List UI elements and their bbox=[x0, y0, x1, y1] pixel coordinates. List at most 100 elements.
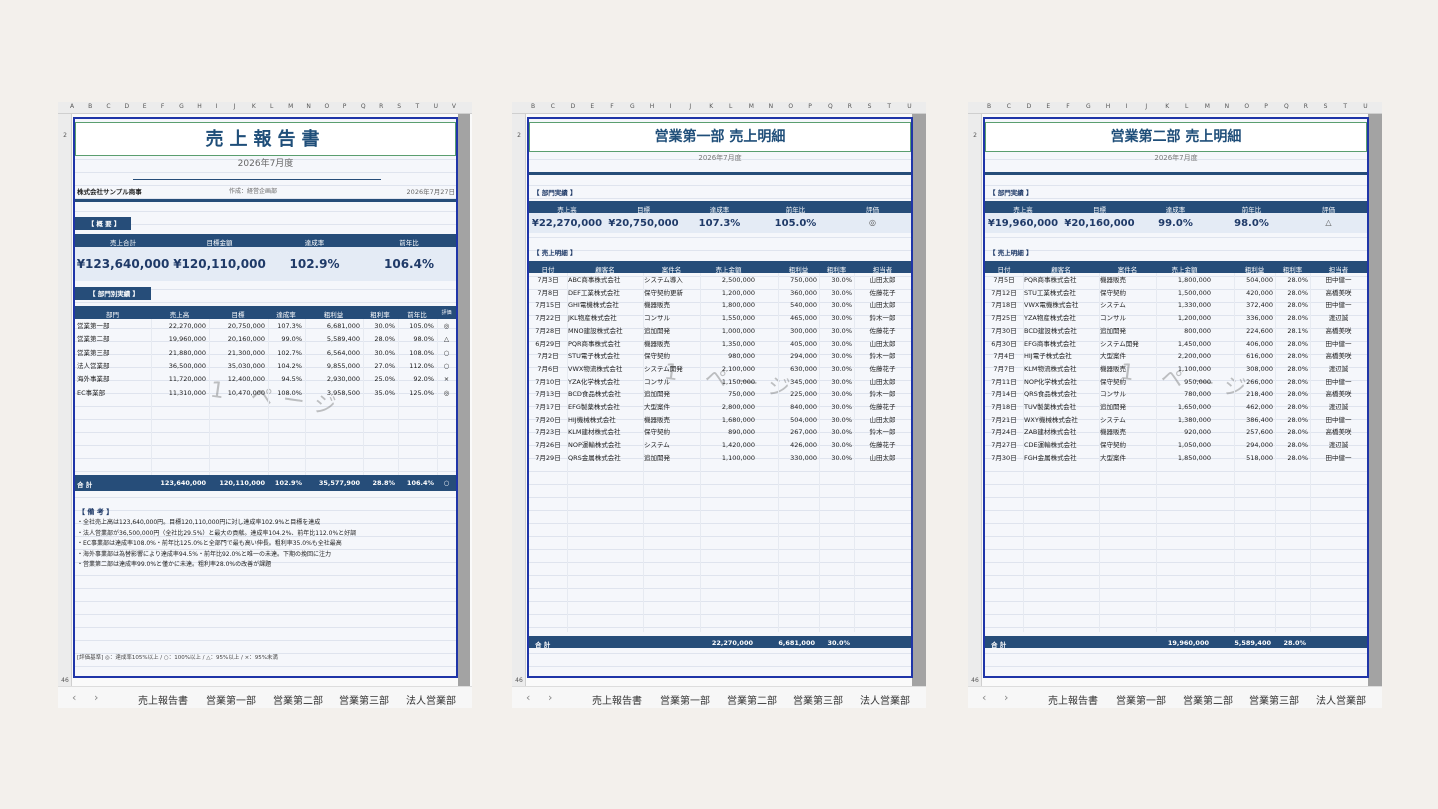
column-letter[interactable]: M bbox=[288, 103, 293, 110]
row-number-first[interactable]: 2 bbox=[968, 132, 982, 139]
column-letter[interactable]: U bbox=[1363, 103, 1367, 110]
column-letter[interactable]: D bbox=[571, 103, 576, 110]
column-letter[interactable]: R bbox=[379, 103, 383, 110]
sheet-tab[interactable]: 営業第二部 bbox=[727, 692, 777, 707]
next-sheet-icon[interactable]: › bbox=[1004, 691, 1008, 704]
column-letter[interactable]: I bbox=[215, 103, 217, 110]
row-number-last[interactable]: 46 bbox=[58, 677, 72, 684]
column-letter[interactable]: J bbox=[1145, 103, 1147, 110]
row-number-last[interactable]: 46 bbox=[512, 677, 526, 684]
detail-cell: 追加開発 bbox=[644, 326, 670, 335]
detail-header-cell: 日付 bbox=[541, 266, 555, 274]
column-letter[interactable]: E bbox=[590, 103, 594, 110]
column-letter[interactable]: N bbox=[1225, 103, 1230, 110]
column-letter[interactable]: V bbox=[452, 103, 456, 110]
column-letter[interactable]: E bbox=[143, 103, 147, 110]
column-letter[interactable]: U bbox=[907, 103, 911, 110]
column-letter[interactable]: C bbox=[551, 103, 555, 110]
column-letter[interactable]: A bbox=[70, 103, 74, 110]
column-letter[interactable]: H bbox=[650, 103, 655, 110]
column-letter[interactable]: D bbox=[125, 103, 130, 110]
column-letter[interactable]: C bbox=[106, 103, 110, 110]
sheet-tab[interactable]: 営業第三部 bbox=[1249, 692, 1299, 707]
column-letter[interactable]: M bbox=[749, 103, 754, 110]
column-letter[interactable]: H bbox=[1106, 103, 1111, 110]
column-letter[interactable]: F bbox=[1066, 103, 1069, 110]
column-letter[interactable]: O bbox=[325, 103, 330, 110]
sheet-tab[interactable]: 法人営業部 bbox=[860, 692, 910, 707]
sheet-tab[interactable]: 売上報告書 bbox=[592, 692, 642, 707]
column-letter[interactable]: G bbox=[630, 103, 635, 110]
column-letter[interactable]: B bbox=[531, 103, 535, 110]
sheet-tab[interactable]: 営業第一部 bbox=[660, 692, 710, 708]
prev-sheet-icon[interactable]: ‹ bbox=[72, 691, 76, 704]
column-letter[interactable]: J bbox=[689, 103, 691, 110]
column-letter[interactable]: O bbox=[788, 103, 793, 110]
column-letter[interactable]: J bbox=[234, 103, 236, 110]
column-letter[interactable]: I bbox=[1126, 103, 1128, 110]
column-letter[interactable]: O bbox=[1244, 103, 1249, 110]
sheet-tab[interactable]: 営業第三部 bbox=[339, 692, 389, 707]
sheet-tab[interactable]: 営業第一部 bbox=[1116, 692, 1166, 707]
column-letter[interactable]: U bbox=[434, 103, 438, 110]
column-letter[interactable]: Q bbox=[1284, 103, 1289, 110]
column-letter[interactable]: N bbox=[769, 103, 774, 110]
prev-sheet-icon[interactable]: ‹ bbox=[526, 691, 530, 704]
sheet-tab[interactable]: 営業第二部 bbox=[273, 692, 323, 707]
column-letter[interactable]: Q bbox=[361, 103, 366, 110]
column-letter[interactable]: E bbox=[1046, 103, 1050, 110]
column-letter[interactable]: C bbox=[1007, 103, 1011, 110]
column-letter[interactable]: T bbox=[887, 103, 891, 110]
column-letter[interactable]: I bbox=[670, 103, 672, 110]
row-number-first[interactable]: 2 bbox=[512, 132, 526, 139]
column-letter[interactable]: R bbox=[1304, 103, 1308, 110]
detail-cell: 2,500,000 bbox=[721, 276, 755, 284]
column-letter[interactable]: L bbox=[729, 103, 732, 110]
sheet-tab[interactable]: 売上報告書 bbox=[138, 692, 188, 708]
column-letter[interactable]: L bbox=[270, 103, 273, 110]
sheet-tab[interactable]: 売上報告書 bbox=[1048, 692, 1098, 707]
detail-cell: 7月21日 bbox=[991, 415, 1017, 424]
column-letter[interactable]: M bbox=[1205, 103, 1210, 110]
column-letter[interactable]: K bbox=[252, 103, 256, 110]
column-letter[interactable]: B bbox=[987, 103, 991, 110]
sheet-tab[interactable]: 法人営業部 bbox=[406, 692, 456, 707]
column-letter[interactable]: N bbox=[306, 103, 311, 110]
column-letter[interactable]: B bbox=[88, 103, 92, 110]
detail-cell: 佐藤花子 bbox=[869, 441, 896, 450]
sheet-tab[interactable]: 営業第二部 bbox=[1183, 692, 1233, 708]
column-letter[interactable]: T bbox=[415, 103, 419, 110]
column-letter[interactable]: G bbox=[179, 103, 184, 110]
column-letter[interactable]: K bbox=[1165, 103, 1169, 110]
column-letter[interactable]: T bbox=[1343, 103, 1347, 110]
detail-cell: 406,000 bbox=[1246, 339, 1273, 348]
column-letter[interactable]: F bbox=[610, 103, 613, 110]
column-letter[interactable]: P bbox=[343, 103, 347, 110]
column-letter[interactable]: F bbox=[161, 103, 164, 110]
sheet-tab[interactable]: 営業第一部 bbox=[206, 692, 256, 707]
column-letter[interactable]: K bbox=[709, 103, 713, 110]
column-letter[interactable]: S bbox=[868, 103, 872, 110]
column-letter[interactable]: R bbox=[848, 103, 852, 110]
detail-cell: 機器販売 bbox=[644, 415, 670, 424]
detail-cell: 30.0% bbox=[831, 441, 852, 450]
dept-cell: 94.5% bbox=[281, 375, 302, 384]
column-letter[interactable]: H bbox=[197, 103, 202, 110]
row-number-first[interactable]: 2 bbox=[58, 132, 72, 139]
column-letter[interactable]: S bbox=[397, 103, 401, 110]
column-letter[interactable]: L bbox=[1185, 103, 1188, 110]
column-letter[interactable]: D bbox=[1027, 103, 1032, 110]
sheet-tab[interactable]: 営業第三部 bbox=[793, 692, 843, 707]
column-letter[interactable]: Q bbox=[828, 103, 833, 110]
row-number-last[interactable]: 46 bbox=[968, 677, 982, 684]
column-letter[interactable]: P bbox=[808, 103, 812, 110]
sheet-tab[interactable]: 法人営業部 bbox=[1316, 692, 1366, 707]
detail-cell: 28.0% bbox=[1287, 403, 1308, 411]
next-sheet-icon[interactable]: › bbox=[94, 691, 98, 704]
column-letter[interactable]: G bbox=[1086, 103, 1091, 110]
column-letter[interactable]: P bbox=[1264, 103, 1268, 110]
gridline bbox=[75, 588, 456, 589]
prev-sheet-icon[interactable]: ‹ bbox=[982, 691, 986, 704]
column-letter[interactable]: S bbox=[1324, 103, 1328, 110]
next-sheet-icon[interactable]: › bbox=[548, 691, 552, 704]
